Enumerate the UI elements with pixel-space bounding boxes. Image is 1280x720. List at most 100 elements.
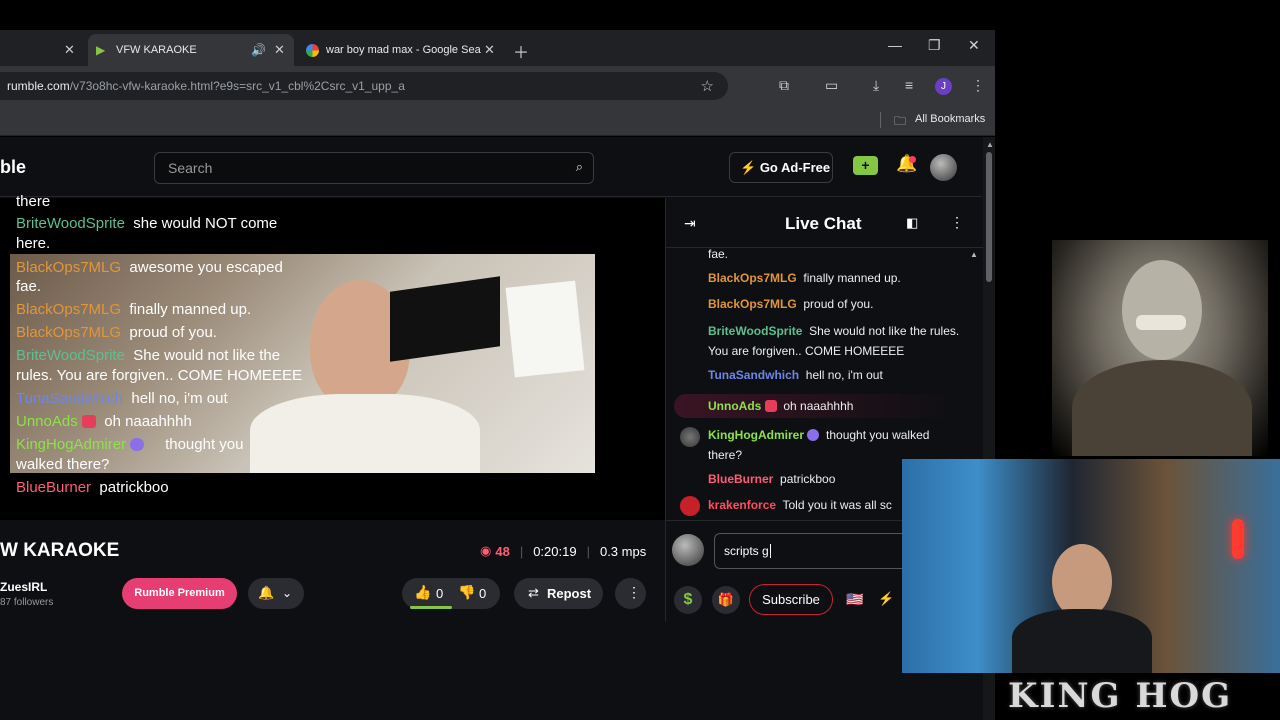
more-kebab-icon: ⋮ <box>627 584 641 600</box>
chat-username[interactable]: krakenforce <box>708 498 776 512</box>
message-text: hell no, i'm out <box>805 368 883 382</box>
streamer-webcam-overlay <box>902 459 1280 673</box>
close-icon[interactable]: ✕ <box>64 42 75 58</box>
character-overlay-image <box>1052 240 1268 456</box>
overlay-text: fae. <box>16 278 42 295</box>
restore-icon[interactable]: ❐ <box>928 37 941 54</box>
rant-dollar-icon[interactable]: $ <box>674 586 702 614</box>
rumble-premium-button[interactable]: Rumble Premium <box>122 578 237 609</box>
chat-username[interactable]: BriteWoodSprite <box>708 324 802 338</box>
search-input[interactable]: Search ⌕ <box>154 152 594 184</box>
minimize-icon[interactable]: — <box>888 37 902 53</box>
menu-kebab-icon[interactable]: ⋮ <box>971 77 985 94</box>
new-tab-plus-icon[interactable]: ＋ <box>513 39 529 63</box>
overlay-text: hell no, i'm out <box>131 390 228 407</box>
tab-label: VFW KARAOKE <box>116 44 197 56</box>
download-icon[interactable]: ⤓ <box>873 77 879 94</box>
chat-message-input[interactable]: scripts g <box>714 533 904 569</box>
site-logo[interactable]: ble <box>0 157 26 178</box>
chat-input-value: scripts g <box>724 544 769 558</box>
scroll-up-arrow-icon[interactable]: ▲ <box>986 140 994 149</box>
message-text: fae. <box>708 247 729 261</box>
scrollbar-thumb[interactable] <box>986 152 992 282</box>
flag-icon[interactable]: 🇺🇸 <box>846 591 863 608</box>
divider: | <box>586 543 590 559</box>
go-ad-free-button[interactable]: ⚡ Go Ad-Free <box>729 152 833 183</box>
popout-chat-icon[interactable]: ◧ <box>906 215 918 231</box>
message-text: finally manned up. <box>803 271 901 285</box>
folder-icon: 🗀 <box>894 114 907 128</box>
repost-icon: ⇄ <box>528 585 539 600</box>
stream-duration: 0:20:19 <box>533 543 577 559</box>
chat-message: BriteWoodSprite She would not like the r… <box>708 321 960 361</box>
search-placeholder: Search <box>168 160 213 176</box>
subscribe-button[interactable]: Subscribe <box>749 584 833 615</box>
bookmark-star-icon[interactable]: ☆ <box>701 77 714 95</box>
chat-message: BlackOps7MLG finally manned up. <box>708 268 960 288</box>
chat-menu-icon[interactable]: ⋮ <box>950 214 964 231</box>
browser-tab-vfw-karaoke[interactable]: ▶ VFW KARAOKE 🔊 ✕ <box>88 34 294 66</box>
chat-username[interactable]: BlackOps7MLG <box>708 271 797 285</box>
go-live-camera-icon[interactable]: + <box>853 156 878 175</box>
adfree-label: Go Ad-Free <box>759 160 831 175</box>
chat-username[interactable]: KingHogAdmirer <box>708 428 804 442</box>
repost-button[interactable]: ⇄ Repost <box>514 578 603 609</box>
rumble-favicon-icon: ▶ <box>96 43 106 57</box>
follower-count: 87 followers <box>0 597 54 608</box>
browser-tab-previous[interactable]: ✕ <box>0 34 84 66</box>
character-body <box>1072 360 1252 456</box>
overlay-partial-line: there <box>16 193 51 210</box>
paper-sign <box>505 280 585 378</box>
cast-icon[interactable]: ▭ <box>825 77 838 94</box>
close-window-icon[interactable]: ✕ <box>968 37 980 54</box>
close-icon[interactable]: ✕ <box>484 42 495 58</box>
lightning-icon: ⚡ <box>740 160 757 175</box>
chat-username[interactable]: UnnoAds <box>708 399 761 413</box>
overlay-username: BlackOps7MLG <box>16 301 122 318</box>
browser-tab-bar: ✕ ▶ VFW KARAOKE 🔊 ✕ war boy mad max - Go… <box>0 30 995 66</box>
dislike-count: 0 <box>479 586 487 601</box>
overlay-text: awesome you escaped <box>129 259 283 276</box>
badge-icon <box>130 438 145 451</box>
overlay-text: thought you <box>165 436 244 453</box>
all-bookmarks-link[interactable]: All Bookmarks <box>915 113 985 125</box>
streamer-shirt <box>250 394 480 473</box>
chat-message: BlackOps7MLG proud of you. <box>708 294 960 314</box>
scroll-up-icon[interactable]: ▲ <box>970 250 978 259</box>
neon-light <box>1232 519 1244 559</box>
address-toolbar: rumble.com/v73o8hc-vfw-karaoke.html?e9s=… <box>0 66 995 106</box>
chat-username[interactable]: TunaSandwhich <box>708 368 799 382</box>
search-icon[interactable]: ⌕ <box>576 159 583 175</box>
bookmarks-bar: 🗀 All Bookmarks <box>0 106 995 136</box>
like-count: 0 <box>436 586 444 601</box>
browser-tab-google-search[interactable]: war boy mad max - Google Sea ✕ <box>298 34 504 66</box>
stream-brand-logo: KING HOG <box>1008 676 1233 716</box>
channel-name[interactable]: ZuesIRL <box>0 580 47 594</box>
overlay-text: proud of you. <box>129 324 217 341</box>
message-text: Told you it was all sc <box>782 498 892 512</box>
boost-lightning-icon[interactable]: ⚡ <box>878 591 894 607</box>
address-bar[interactable]: rumble.com/v73o8hc-vfw-karaoke.html?e9s=… <box>0 72 728 100</box>
overlay-username: BriteWoodSprite <box>16 347 125 364</box>
chat-username[interactable]: BlackOps7MLG <box>708 297 797 311</box>
user-avatar[interactable] <box>930 154 957 181</box>
url-host: rumble.com <box>7 79 70 93</box>
close-icon[interactable]: ✕ <box>274 42 285 58</box>
collapse-chat-icon[interactable]: ⇥ <box>684 215 696 232</box>
speaker-icon[interactable]: 🔊 <box>251 43 266 57</box>
chat-username[interactable]: BlueBurner <box>708 472 773 486</box>
gift-icon[interactable]: 🎁 <box>712 586 740 614</box>
thumbs-up-icon[interactable]: 👍 <box>414 584 431 601</box>
video-title: W KARAOKE <box>0 540 120 561</box>
site-header: ble Search ⌕ ⚡ Go Ad-Free + 🔔 <box>0 137 982 197</box>
media-control-icon[interactable]: ≡ <box>905 77 913 93</box>
badge-icon <box>764 400 777 412</box>
notification-dropdown-button[interactable]: 🔔 ⌄ <box>248 578 304 609</box>
profile-avatar[interactable]: J <box>935 78 952 95</box>
thumbs-down-icon[interactable]: 👎 <box>458 584 475 601</box>
video-player[interactable]: there BriteWoodSprite she would NOT come… <box>0 193 665 520</box>
badge-icon <box>81 415 96 428</box>
chat-message-highlighted: UnnoAds oh naaahhhh <box>708 396 960 416</box>
more-options-button[interactable]: ⋮ <box>615 578 646 609</box>
extensions-icon[interactable]: ⧉ <box>779 77 789 94</box>
